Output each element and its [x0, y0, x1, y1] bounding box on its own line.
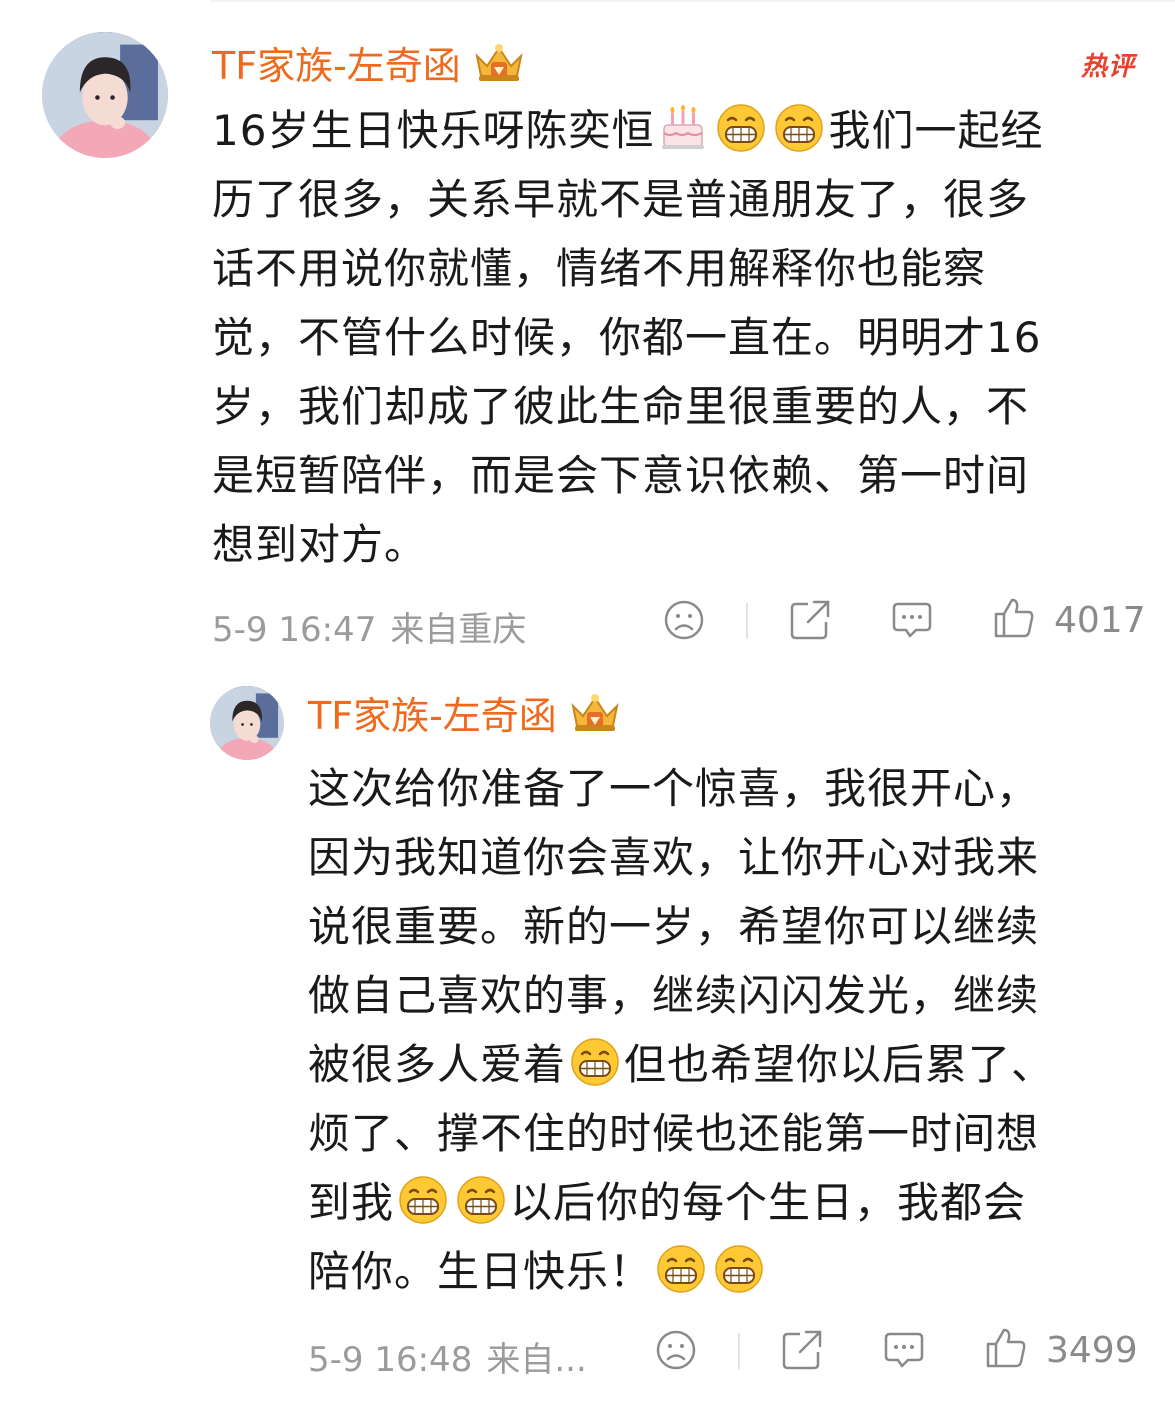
comment-text: 想到对方。: [212, 520, 428, 569]
grin-face-emoji-icon: [570, 1037, 620, 1087]
comment-author[interactable]: TF家族-左奇函: [308, 692, 621, 740]
comment-text: 到我: [308, 1178, 395, 1227]
like-count: 4017: [1054, 600, 1146, 641]
comment-icon[interactable]: [882, 1328, 926, 1372]
comment-meta: 5-9 16:47 来自重庆: [212, 602, 526, 651]
comment-text: 话不用说你就懂，情绪不用解释你也能察: [212, 244, 987, 293]
comment-text-line: 被很多人爱着 但也希望你以后累了、: [308, 1030, 1158, 1099]
avatar[interactable]: [210, 686, 284, 760]
comment-text: 因为我知道你会喜欢，让你开心对我来: [308, 833, 1040, 882]
comment-meta: 5-9 16:48 来自...: [308, 1332, 587, 1381]
comment-time: 5-9 16:48: [308, 1340, 473, 1380]
like-count: 3499: [1046, 1330, 1138, 1371]
grin-face-emoji-icon: [656, 1244, 706, 1294]
grin-face-emoji-icon: [456, 1175, 506, 1225]
grin-face-emoji-icon: [398, 1175, 448, 1225]
comment-text-line: 陪你。生日快乐！: [308, 1237, 1158, 1306]
sad-face-icon[interactable]: [654, 1328, 698, 1372]
comment-text: 但也希望你以后累了、: [624, 1040, 1055, 1089]
comment-icon[interactable]: [890, 598, 934, 642]
comment-text-line: 是短暂陪伴，而是会下意识依赖、第一时间: [212, 441, 1152, 510]
comment-text: 做自己喜欢的事，继续闪闪发光，继续: [308, 971, 1040, 1020]
author-name[interactable]: TF家族-左奇函: [212, 47, 461, 85]
comment-text-line: 觉，不管什么时候，你都一直在。明明才16: [212, 303, 1152, 372]
thumbs-up-icon[interactable]: [984, 1326, 1028, 1370]
comment-text-line: 历了很多，关系早就不是普通朋友了，很多: [212, 165, 1152, 234]
comment-text-line: 岁，我们却成了彼此生命里很重要的人，不: [212, 372, 1152, 441]
comment-location: 来自...: [486, 1340, 587, 1380]
comment-text-line: 16岁生日快乐呀陈奕恒 我们一起经: [212, 96, 1152, 165]
top-divider: [211, 0, 1175, 2]
comment-text: 16岁生日快乐呀陈奕恒: [212, 106, 655, 155]
comment-text-line: 话不用说你就懂，情绪不用解释你也能察: [212, 234, 1152, 303]
comment-text: 以后你的每个生日，我都会: [510, 1178, 1027, 1227]
share-icon[interactable]: [788, 598, 832, 642]
comment-text: 说很重要。新的一岁，希望你可以继续: [308, 902, 1040, 951]
hot-comment-badge: 热评: [1080, 52, 1135, 82]
comment-text-line: 这次给你准备了一个惊喜，我很开心，: [308, 754, 1158, 823]
comment-text-line: 做自己喜欢的事，继续闪闪发光，继续: [308, 961, 1158, 1030]
share-icon[interactable]: [780, 1328, 824, 1372]
comment-text: 岁，我们却成了彼此生命里很重要的人，不: [212, 382, 1030, 431]
thumbs-up-icon[interactable]: [992, 596, 1036, 640]
comment-text: 陪你。生日快乐！: [308, 1247, 653, 1296]
comment-text-line: 想到对方。: [212, 510, 1152, 579]
comment-text: 觉，不管什么时候，你都一直在。明明才16: [212, 313, 1042, 362]
comment-location: 来自重庆: [390, 610, 527, 650]
comment-text: 被很多人爱着: [308, 1040, 567, 1089]
sad-face-icon[interactable]: [662, 598, 706, 642]
comment-text: 这次给你准备了一个惊喜，我很开心，: [308, 764, 1040, 813]
grin-face-emoji-icon: [716, 103, 766, 153]
avatar[interactable]: [42, 32, 168, 158]
grin-face-emoji-icon: [714, 1244, 764, 1294]
comment-text: 烦了、撑不住的时候也还能第一时间想: [308, 1109, 1040, 1158]
crown-badge-icon: [473, 42, 525, 90]
action-divider: [738, 1333, 740, 1369]
grin-face-emoji-icon: [774, 103, 824, 153]
comment-text-line: 到我 以后你的每个生日，我都会: [308, 1168, 1158, 1237]
comment-body: 这次给你准备了一个惊喜，我很开心， 因为我知道你会喜欢，让你开心对我来 说很重要。新…: [308, 754, 1158, 1306]
comment-text: 历了很多，关系早就不是普通朋友了，很多: [212, 175, 1030, 224]
birthday-cake-emoji-icon: [658, 103, 708, 153]
comment-body: 16岁生日快乐呀陈奕恒 我们一起经历了很多，关系早就不是普通朋友了，很多 话不用说你…: [212, 96, 1152, 579]
comment-text: 我们一起经: [828, 106, 1044, 155]
comment-text-line: 因为我知道你会喜欢，让你开心对我来: [308, 823, 1158, 892]
comment-text-line: 烦了、撑不住的时候也还能第一时间想: [308, 1099, 1158, 1168]
comment-time: 5-9 16:47: [212, 610, 377, 650]
comment-text-line: 说很重要。新的一岁，希望你可以继续: [308, 892, 1158, 961]
crown-badge-icon: [569, 692, 621, 740]
action-divider: [746, 603, 748, 639]
author-name[interactable]: TF家族-左奇函: [308, 697, 557, 735]
comment-author[interactable]: TF家族-左奇函: [212, 42, 525, 90]
comment-text: 是短暂陪伴，而是会下意识依赖、第一时间: [212, 451, 1030, 500]
